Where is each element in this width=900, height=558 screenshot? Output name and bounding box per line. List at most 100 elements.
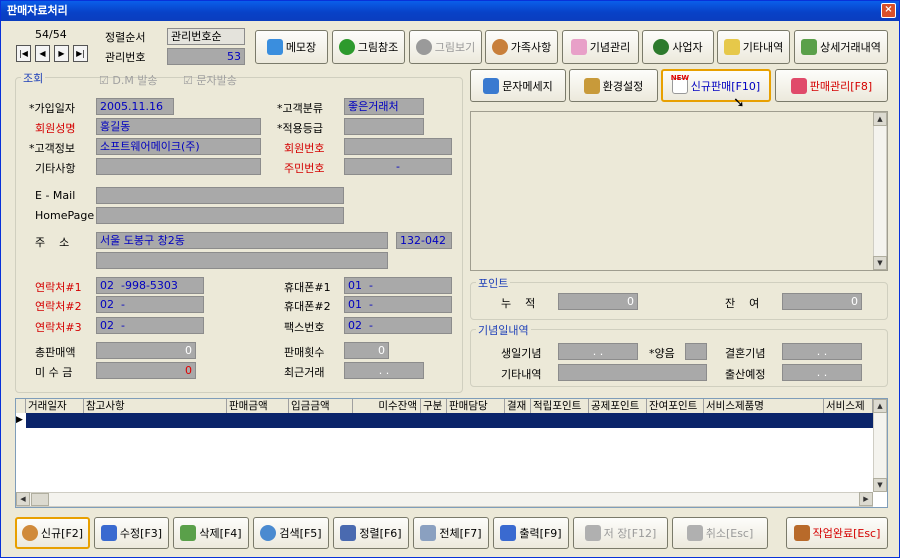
scroll-down-icon[interactable]: ▼ xyxy=(873,256,887,270)
first-record-button[interactable]: |◀ xyxy=(16,45,31,62)
cancel-button[interactable]: 취소[Esc] xyxy=(672,517,768,549)
prev-record-button[interactable]: ◀ xyxy=(35,45,50,62)
recent-label: 최근거래 xyxy=(284,366,325,379)
table-hscroll[interactable] xyxy=(16,492,873,507)
fax-field[interactable]: 02 - xyxy=(344,317,452,334)
total-sales-field: 0 xyxy=(96,342,196,359)
next-record-button[interactable]: ▶ xyxy=(54,45,69,62)
contact2-label: 연락처#2 xyxy=(35,300,82,313)
mobile2-label: 휴대폰#2 xyxy=(284,300,331,313)
mobile1-field[interactable]: 01 - xyxy=(344,277,452,294)
mouse-cursor-icon: ➘ xyxy=(733,95,745,111)
scroll-up-icon[interactable]: ▲ xyxy=(873,399,887,413)
last-record-button[interactable]: ▶| xyxy=(73,45,88,62)
address-field[interactable]: 서울 도봉구 창2동 xyxy=(96,232,388,249)
cake-icon xyxy=(570,39,587,55)
memo-textarea[interactable] xyxy=(470,111,888,271)
table-row[interactable] xyxy=(16,413,873,428)
detail-trade-button[interactable]: 상세거래내역 xyxy=(794,30,888,64)
join-date-field[interactable]: 2005.11.16 xyxy=(96,98,174,115)
scroll-right-icon[interactable]: ▶ xyxy=(859,492,873,506)
business-button[interactable]: 사업자 xyxy=(642,30,714,64)
delete-button[interactable]: 삭제[F4] xyxy=(173,517,249,549)
sale-count-label: 판매횟수 xyxy=(284,346,325,359)
phone-icon xyxy=(483,77,500,94)
edit-button[interactable]: 수정[F3] xyxy=(94,517,169,549)
birth-label: 출산예정 xyxy=(725,368,766,381)
col-header[interactable]: 서비스제품명 xyxy=(704,399,824,413)
family-button[interactable]: 가족사항 xyxy=(485,30,558,64)
resident-field[interactable]: - xyxy=(344,158,452,175)
sort-order-value[interactable]: 관리번호순 xyxy=(167,28,245,45)
sales-window: 판매자료처리 × 54/54 |◀ ◀ ▶ ▶| 정렬순서 관리번호순 관리번호… xyxy=(0,0,900,558)
col-header[interactable]: 거래일자 xyxy=(26,399,84,413)
memo-button[interactable]: 메모장 xyxy=(255,30,328,64)
other-field[interactable] xyxy=(96,158,261,175)
col-header[interactable]: 판매금액 xyxy=(227,399,289,413)
col-header[interactable]: 참고사항 xyxy=(84,399,227,413)
col-header[interactable]: 적립포인트 xyxy=(531,399,589,413)
birth-field[interactable]: . . xyxy=(782,364,862,381)
done-button[interactable]: 작업완료[Esc] xyxy=(786,517,888,549)
grade-field[interactable] xyxy=(344,118,424,135)
birthday-field[interactable]: . . xyxy=(558,343,638,360)
member-name-field[interactable]: 홍길동 xyxy=(96,118,261,135)
new-sale-button[interactable]: NEW 신규판매[F10] xyxy=(661,69,771,102)
anniv-other-field[interactable] xyxy=(558,364,707,381)
homepage-field[interactable] xyxy=(96,207,344,224)
people-icon xyxy=(491,39,508,55)
other-history-button[interactable]: 기타내역 xyxy=(717,30,790,64)
birthday-label: 생일기념 xyxy=(501,347,542,360)
mobile2-field[interactable]: 01 - xyxy=(344,296,452,313)
hscroll-thumb[interactable] xyxy=(31,493,49,506)
member-no-label: 회원번호 xyxy=(284,142,325,155)
cust-type-field[interactable]: 좋은거래처 xyxy=(344,98,424,115)
dm-checkbox[interactable]: ☑ D.M 발송 xyxy=(99,72,158,88)
col-header[interactable]: 미수잔액 xyxy=(353,399,421,413)
sms-send-checkbox[interactable]: ☑ 문자발송 xyxy=(183,72,237,88)
email-field[interactable] xyxy=(96,187,344,204)
zip-field[interactable]: 132-042 xyxy=(396,232,452,249)
address-label: 주 소 xyxy=(35,236,70,249)
sms-button[interactable]: 문자메세지 xyxy=(470,69,566,102)
col-header[interactable]: 결재 xyxy=(505,399,531,413)
title-bar: 판매자료처리 × xyxy=(1,1,899,21)
tree-icon xyxy=(338,39,355,55)
all-button[interactable]: 전체[F7] xyxy=(413,517,489,549)
contact2-field[interactable]: 02 - xyxy=(96,296,204,313)
col-header[interactable]: 입금금액 xyxy=(289,399,353,413)
anniversary-button[interactable]: 기념관리 xyxy=(562,30,639,64)
wedding-field[interactable]: . . xyxy=(782,343,862,360)
col-header[interactable]: 공제포인트 xyxy=(589,399,647,413)
picture-ref-button[interactable]: 그림참조 xyxy=(332,30,405,64)
close-button[interactable]: × xyxy=(881,3,896,18)
address2-field[interactable] xyxy=(96,252,388,269)
row-indicator-icon: ▶ xyxy=(16,413,26,428)
anniversary-title: 기념일내역 xyxy=(476,322,531,338)
contact3-field[interactable]: 02 - xyxy=(96,317,204,334)
col-header[interactable]: 판매담당 xyxy=(447,399,505,413)
cust-info-label: *고객정보 xyxy=(29,142,75,155)
col-header[interactable]: 잔여포인트 xyxy=(647,399,704,413)
picture-view-button[interactable]: 그림보기 xyxy=(409,30,482,64)
search-button[interactable]: 검색[F5] xyxy=(253,517,329,549)
save-button[interactable]: 저 장[F12] xyxy=(573,517,668,549)
settings-button[interactable]: 환경설정 xyxy=(569,69,658,102)
new-button[interactable]: 신규[F2] xyxy=(15,517,90,549)
balance-field: 0 xyxy=(782,293,862,310)
col-header[interactable]: 구분 xyxy=(421,399,447,413)
member-no-field[interactable] xyxy=(344,138,452,155)
memo-scrollbar[interactable] xyxy=(873,112,887,270)
mgmt-no-value: 53 xyxy=(167,48,245,65)
mobile1-label: 휴대폰#1 xyxy=(284,281,331,294)
col-header[interactable]: 서비스제 xyxy=(824,399,873,413)
print-button[interactable]: 출력[F9] xyxy=(493,517,569,549)
scroll-up-icon[interactable]: ▲ xyxy=(873,112,887,126)
sort-button[interactable]: 정렬[F6] xyxy=(333,517,409,549)
lunar-field[interactable] xyxy=(685,343,707,360)
cust-info-field[interactable]: 소프트웨어메이크(주) xyxy=(96,138,261,155)
scroll-left-icon[interactable]: ◀ xyxy=(16,492,30,506)
contact1-field[interactable]: 02 -998-5303 xyxy=(96,277,204,294)
scroll-down-icon[interactable]: ▼ xyxy=(873,478,887,492)
sale-mgmt-button[interactable]: 판매관리[F8] xyxy=(775,69,888,102)
